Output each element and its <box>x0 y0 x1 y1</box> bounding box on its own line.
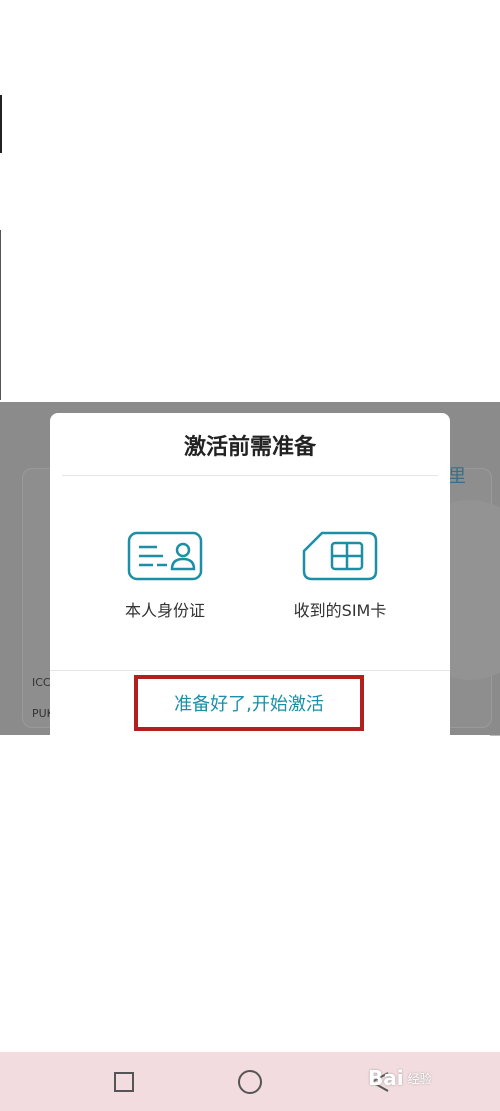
left-edge-line <box>0 95 2 153</box>
start-activation-label: 准备好了,开始激活 <box>174 694 324 715</box>
id-card-icon <box>127 531 203 581</box>
watermark-sub: 经验 <box>407 1071 432 1086</box>
screen: 里 ICC PUK 激活前需准备 本人身份证 收到的SIM卡 准备好了,开始激活… <box>0 0 500 1111</box>
requirement-label: 收到的SIM卡 <box>293 601 387 620</box>
square-icon <box>114 1071 134 1092</box>
dialog-title: 激活前需准备 <box>183 435 316 460</box>
divider <box>62 475 438 476</box>
divider <box>50 670 450 671</box>
background-iccid-label: ICC <box>32 676 51 689</box>
activation-prep-dialog: 激活前需准备 本人身份证 收到的SIM卡 准备好了,开始激活 <box>50 413 450 735</box>
requirement-label: 本人身份证 <box>124 601 205 620</box>
requirement-sim-card: 收到的SIM卡 <box>265 531 415 621</box>
watermark: Bai 经验 <box>368 1058 496 1098</box>
left-edge-line <box>0 230 1 400</box>
edge-mark <box>490 735 500 736</box>
requirement-id-card: 本人身份证 <box>90 531 240 621</box>
watermark-text: Bai <box>368 1066 404 1090</box>
background-link-text: 里 <box>448 466 466 487</box>
home-button[interactable] <box>220 1052 280 1111</box>
sim-card-icon <box>302 531 378 581</box>
start-activation-button[interactable]: 准备好了,开始激活 <box>134 675 364 731</box>
circle-icon <box>238 1069 262 1094</box>
recent-apps-button[interactable] <box>94 1052 154 1111</box>
